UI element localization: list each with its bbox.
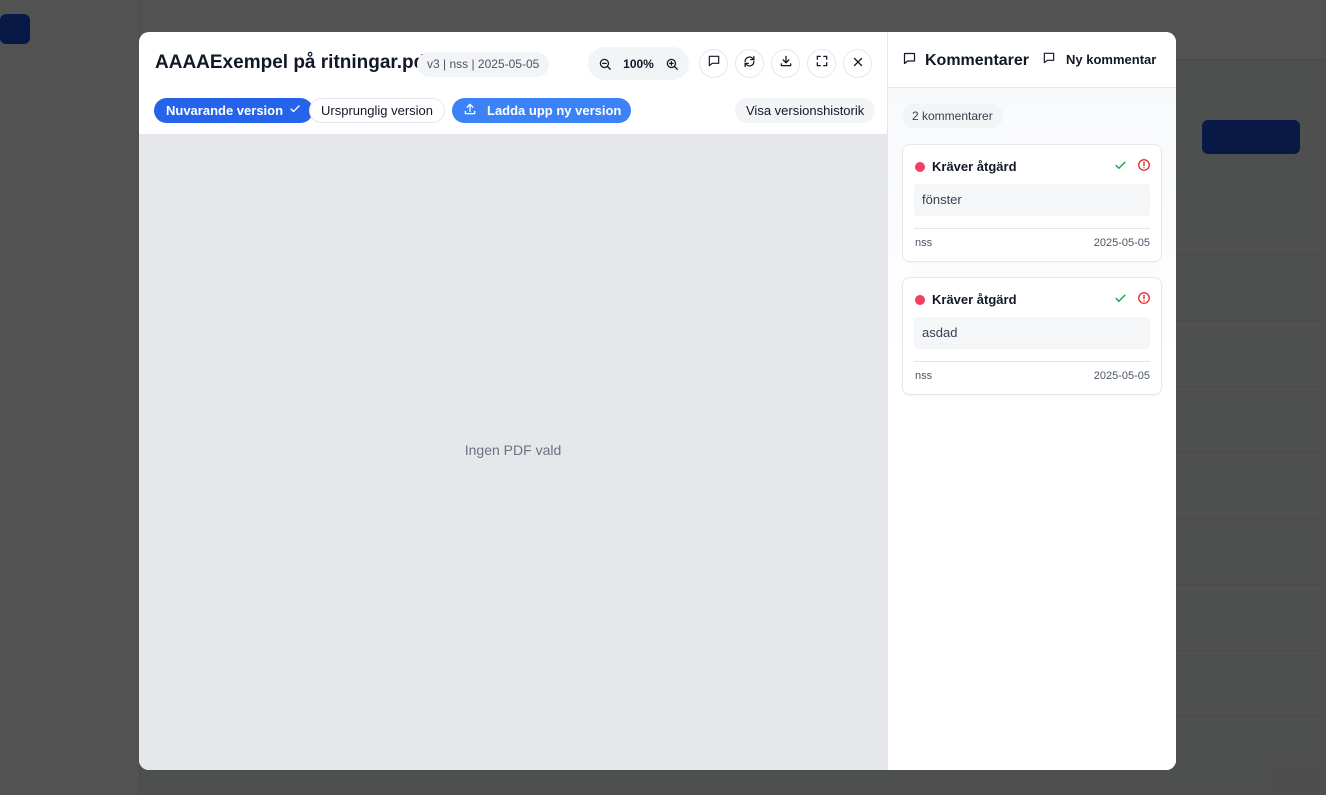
pdf-canvas: Ingen PDF vald [139, 134, 887, 770]
comment-date: 2025-05-05 [1093, 237, 1150, 249]
upload-new-version-label: Ladda upp ny version [487, 103, 622, 118]
pdf-viewer-modal: AAAAExempel på ritningar.pdf v3 | nss | … [139, 32, 1176, 770]
comment-toggle-button[interactable] [699, 49, 728, 78]
comments-list: 2 kommentarer Kräver åtgärd fönster nss … [888, 88, 1176, 770]
viewer-header: AAAAExempel på ritningar.pdf v3 | nss | … [139, 32, 887, 134]
current-version-button[interactable]: Nuvarande version [154, 98, 314, 123]
comments-title: Kommentarer [902, 51, 1029, 71]
empty-state-message: Ingen PDF vald [464, 442, 562, 458]
alert-circle-icon[interactable] [1137, 158, 1151, 172]
comment-text: asdad [914, 317, 1150, 349]
new-comment-button[interactable]: Ny kommentar [1042, 51, 1156, 68]
comment-status-label: Kräver åtgärd [932, 159, 1017, 174]
current-version-label: Nuvarande version [166, 103, 284, 118]
comment-status: Kräver åtgärd [915, 159, 1017, 174]
comment-icon [902, 51, 917, 71]
zoom-controls: 100% [588, 47, 689, 80]
zoom-in-icon[interactable] [661, 53, 683, 75]
comments-header: Kommentarer Ny kommentar [888, 32, 1176, 88]
comment-author: nss [915, 237, 933, 249]
original-version-label: Ursprunglig version [321, 103, 433, 118]
comment-author: nss [915, 370, 933, 382]
close-icon [852, 55, 864, 73]
close-button[interactable] [843, 49, 872, 78]
check-icon[interactable] [1114, 292, 1127, 305]
original-version-button[interactable]: Ursprunglig version [309, 98, 445, 123]
check-icon[interactable] [1114, 159, 1127, 172]
fullscreen-icon [815, 54, 829, 73]
comments-panel: Kommentarer Ny kommentar 2 kommentarer K… [887, 32, 1176, 770]
comment-icon [707, 54, 721, 73]
comment-text: fönster [914, 184, 1150, 216]
comment-actions [1114, 158, 1151, 172]
fullscreen-button[interactable] [807, 49, 836, 78]
upload-new-version-button[interactable]: Ladda upp ny version [452, 98, 632, 123]
comment-divider [914, 228, 1150, 229]
comment-card[interactable]: Kräver åtgärd asdad nss 2025-05-05 [902, 277, 1162, 395]
upload-icon [463, 102, 477, 119]
comment-date: 2025-05-05 [1093, 370, 1150, 382]
version-history-label: Visa versionshistorik [746, 103, 865, 118]
version-meta-badge: v3 | nss | 2025-05-05 [417, 52, 550, 77]
new-comment-label: Ny kommentar [1066, 52, 1157, 67]
zoom-level: 100% [623, 56, 654, 71]
download-button[interactable] [771, 49, 800, 78]
alert-circle-icon[interactable] [1137, 291, 1151, 305]
comment-divider [914, 361, 1150, 362]
pdf-viewer: AAAAExempel på ritningar.pdf v3 | nss | … [139, 32, 887, 770]
file-title: AAAAExempel på ritningar.pdf [155, 52, 432, 73]
comment-count-badge: 2 kommentarer [902, 104, 1003, 128]
rotate-icon [742, 54, 757, 74]
comment-status-label: Kräver åtgärd [932, 292, 1017, 307]
comment-actions [1114, 291, 1151, 305]
comment-card[interactable]: Kräver åtgärd fönster nss 2025-05-05 [902, 144, 1162, 262]
status-dot [915, 161, 925, 172]
comment-icon [1042, 51, 1056, 68]
rotate-button[interactable] [735, 49, 764, 78]
comment-status: Kräver åtgärd [915, 292, 1017, 307]
version-history-button[interactable]: Visa versionshistorik [735, 98, 876, 123]
comments-title-text: Kommentarer [925, 52, 1030, 69]
zoom-out-icon[interactable] [594, 53, 616, 75]
check-icon [289, 103, 301, 118]
status-dot [915, 294, 925, 305]
download-icon [779, 54, 793, 73]
